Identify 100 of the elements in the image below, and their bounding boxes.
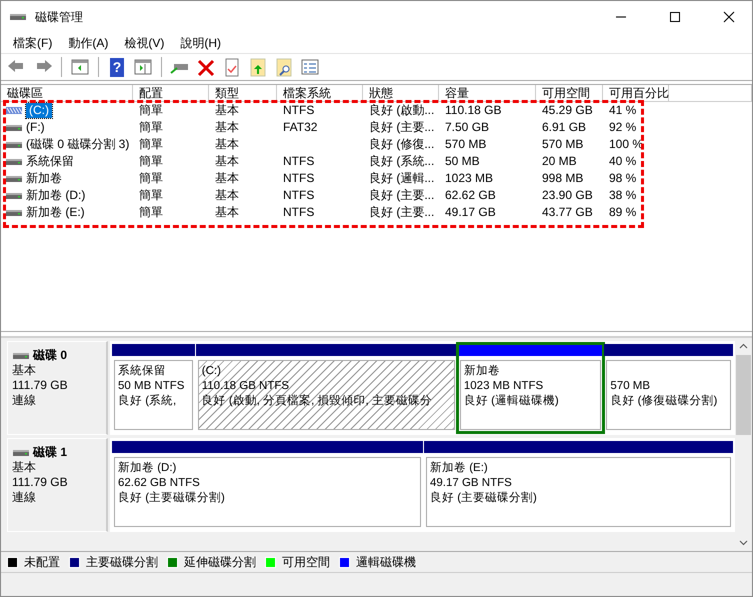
legend-label: 可用空間: [282, 554, 330, 570]
table-cell-text: 基本: [214, 103, 240, 118]
partition-box[interactable]: 570 MB 良好 (修復磁碟分割): [606, 360, 731, 430]
disk-type: 基本: [12, 460, 37, 475]
column-header[interactable]: 檔案系統: [277, 85, 363, 102]
table-cell-text: 基本: [214, 154, 240, 169]
volume-name[interactable]: (磁碟 0 磁碟分割 3): [26, 137, 130, 152]
table-cell-text: 570 MB: [444, 137, 488, 152]
table-cell-text: 基本: [214, 120, 240, 135]
close-icon: [723, 11, 735, 23]
column-header[interactable]: 磁碟區: [1, 85, 133, 102]
partition-status: 良好 (主要磁碟分割): [118, 491, 225, 506]
maximize-icon: [669, 11, 681, 23]
column-header[interactable]: 配置: [133, 85, 209, 102]
partition-status: 良好 (主要磁碟分割): [430, 491, 537, 506]
volume-name[interactable]: 新加卷: [26, 171, 62, 186]
partition-name: 新加卷: [464, 364, 500, 379]
table-cell-text: 基本: [214, 171, 240, 186]
menu-item[interactable]: 說明(H): [172, 33, 229, 53]
table-cell-text: FAT32: [282, 120, 318, 135]
disk-name: 磁碟 1: [33, 445, 68, 460]
volume-name[interactable]: 系統保留: [26, 154, 74, 169]
table-cell-text: 89 %: [608, 205, 638, 220]
checklist-icon: [299, 57, 321, 77]
table-cell-text: 簡單: [138, 120, 164, 135]
table-cell-text: 23.90 GB: [541, 188, 594, 203]
disk-size: 111.79 GB: [12, 475, 69, 490]
volume-name[interactable]: (C:): [26, 103, 52, 118]
partition-box[interactable]: (C:) 110.18 GB NTFS 良好 (啟動, 分頁檔案, 損毀傾印, 主要磁碟分: [198, 360, 455, 430]
table-cell-text: 92 %: [608, 120, 638, 135]
table-cell-text: 良好 (主要...: [368, 120, 436, 135]
table-cell-text: NTFS: [282, 103, 316, 118]
table-cell-text: 基本: [214, 137, 240, 152]
column-header[interactable]: 類型: [209, 85, 277, 102]
table-cell-text: 998 MB: [541, 171, 584, 186]
partition-status: 良好 (修復磁碟分割): [610, 394, 718, 409]
partition-size: 50 MB NTFS: [118, 379, 184, 394]
column-header[interactable]: 容量: [439, 85, 536, 102]
legend-label: 主要磁碟分割: [86, 554, 158, 570]
partition-status: 良好 (啟動, 分頁檔案, 損毀傾印, 主要磁碟分: [202, 394, 432, 409]
table-cell-text: 良好 (邏輯...: [368, 171, 436, 186]
table-cell-text: 簡單: [138, 171, 164, 186]
table-cell-text: 良好 (系統...: [368, 154, 436, 169]
disk-size: 111.79 GB: [12, 378, 69, 393]
table-cell-text: 43.77 GB: [541, 205, 594, 220]
table-cell-text: NTFS: [282, 171, 316, 186]
table-cell-text: 簡單: [138, 137, 164, 152]
disk-status: 連線: [12, 393, 37, 408]
table-cell-text: 簡單: [138, 205, 164, 220]
table-cell-text: 良好 (主要...: [368, 205, 436, 220]
column-header[interactable]: 可用百分比: [603, 85, 669, 102]
volume-name[interactable]: (F:): [26, 120, 45, 135]
partition-box[interactable]: 新加卷 1023 MB NTFS 良好 (邏輯磁碟機): [460, 360, 602, 430]
table-cell-text: 40 %: [608, 154, 638, 169]
column-header[interactable]: 可用空間: [536, 85, 603, 102]
disk-status: 連線: [12, 490, 37, 505]
legend-label: 延伸磁碟分割: [184, 554, 256, 570]
table-cell-text: NTFS: [282, 154, 316, 169]
partition-size: 1023 MB NTFS: [464, 379, 544, 394]
action-pane-icon: [132, 57, 154, 77]
extended-partition-frame[interactable]: 新加卷 1023 MB NTFS 良好 (邏輯磁碟機): [458, 344, 604, 432]
table-cell-text: 1023 MB: [444, 171, 494, 186]
table-cell-text: 良好 (修復...: [368, 137, 436, 152]
partition-name: 新加卷 (E:): [430, 461, 488, 476]
partition-status: 良好 (邏輯磁碟機): [464, 394, 559, 409]
table-cell-text: NTFS: [282, 205, 316, 220]
partition-size: 110.18 GB NTFS: [202, 379, 290, 394]
partition-box[interactable]: 系統保留 50 MB NTFS 良好 (系統,: [114, 360, 193, 430]
partition-size: 62.62 GB NTFS: [118, 476, 200, 491]
partition-status: 良好 (系統,: [118, 394, 176, 409]
partition-box[interactable]: 新加卷 (E:) 49.17 GB NTFS 良好 (主要磁碟分割): [426, 457, 731, 527]
table-cell-text: 50 MB: [444, 154, 481, 169]
table-cell-text: 6.91 GB: [541, 120, 588, 135]
menu-item[interactable]: 檔案(F): [5, 33, 60, 53]
partition-name: 新加卷 (D:): [118, 461, 176, 476]
partition-name: 系統保留: [118, 364, 166, 379]
menu-item[interactable]: 動作(A): [60, 33, 116, 53]
disk-type: 基本: [12, 363, 37, 378]
table-cell-text: 簡單: [138, 103, 164, 118]
table-cell-text: 簡單: [138, 188, 164, 203]
legend-label: 未配置: [24, 554, 60, 570]
column-header[interactable]: 狀態: [363, 85, 439, 102]
table-cell-text: 簡單: [138, 154, 164, 169]
window-title: 磁碟管理: [35, 10, 83, 24]
table-cell-text: 45.29 GB: [541, 103, 594, 118]
table-cell-text: NTFS: [282, 188, 316, 203]
table-cell-text: 38 %: [608, 188, 638, 203]
table-cell-text: 98 %: [608, 171, 638, 186]
console-tree-icon: [69, 57, 91, 77]
table-cell-text: 基本: [214, 205, 240, 220]
legend-label: 邏輯磁碟機: [356, 554, 416, 570]
partition-box[interactable]: 新加卷 (D:) 62.62 GB NTFS 良好 (主要磁碟分割): [114, 457, 421, 527]
partition-name: (C:): [202, 364, 221, 379]
table-cell-text: 62.62 GB: [444, 188, 497, 203]
table-cell-text: 110.18 GB: [444, 103, 502, 118]
volume-name[interactable]: 新加卷 (D:): [26, 188, 86, 203]
menu-item[interactable]: 檢視(V): [116, 33, 172, 53]
table-cell-text: 49.17 GB: [444, 205, 497, 220]
scrollbar-thumb[interactable]: [736, 355, 751, 435]
volume-name[interactable]: 新加卷 (E:): [26, 205, 85, 220]
